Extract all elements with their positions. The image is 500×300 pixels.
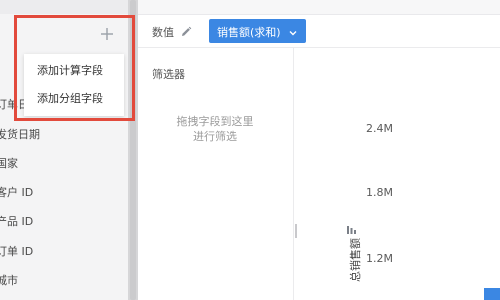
filter-hint-line-2: 进行筛选 bbox=[193, 130, 237, 143]
value-field-pill[interactable]: 销售额(求和) bbox=[209, 19, 306, 43]
field-item-ship-date[interactable]: 发货日期 bbox=[0, 126, 40, 142]
filter-drop-zone[interactable]: 拖拽字段到这里 进行筛选 bbox=[165, 114, 265, 144]
filter-panel-title: 筛选器 bbox=[152, 68, 185, 81]
top-strip bbox=[138, 0, 500, 15]
field-item-customer-id[interactable]: 客户 ID bbox=[0, 184, 33, 200]
values-divider bbox=[138, 47, 500, 48]
panel-resize-handle[interactable] bbox=[295, 224, 297, 238]
highlight-box bbox=[14, 15, 135, 121]
filter-divider bbox=[293, 48, 294, 300]
values-label: 数值 bbox=[152, 26, 174, 39]
y-tick-1-8m: 1.8M bbox=[366, 186, 393, 199]
sort-icon[interactable] bbox=[347, 219, 356, 234]
filter-hint-line-1: 拖拽字段到这里 bbox=[176, 115, 254, 128]
field-item-country[interactable]: 国家 bbox=[0, 155, 18, 171]
field-item-city[interactable]: 城市 bbox=[0, 272, 18, 288]
field-panel-top-strip bbox=[0, 0, 128, 14]
chevron-down-icon[interactable] bbox=[288, 24, 298, 36]
pencil-icon[interactable] bbox=[180, 23, 192, 36]
y-axis-label: 总销售额 bbox=[349, 238, 362, 282]
chart-canvas bbox=[307, 90, 500, 300]
value-field-pill-label: 销售额(求和) bbox=[217, 26, 281, 39]
field-item-order-id[interactable]: 订单 ID bbox=[0, 243, 33, 259]
field-item-product-id[interactable]: 产品 ID bbox=[0, 213, 33, 229]
chart-bar[interactable] bbox=[484, 288, 500, 300]
y-tick-1-2m: 1.2M bbox=[366, 252, 393, 265]
y-tick-2-4m: 2.4M bbox=[366, 122, 393, 135]
